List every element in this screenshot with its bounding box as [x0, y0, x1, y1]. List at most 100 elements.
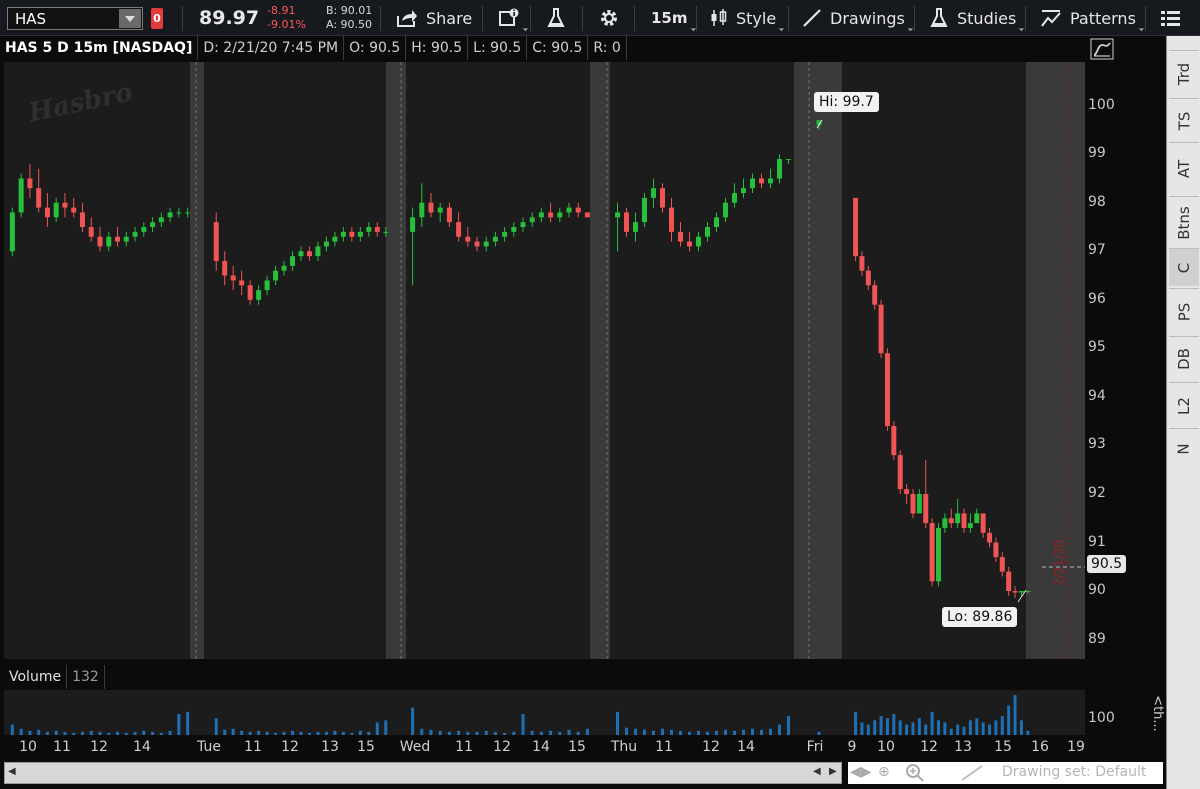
candle	[741, 178, 746, 198]
volume-bar	[787, 716, 790, 735]
price-axis-tick: 99	[1088, 145, 1106, 162]
settings-button[interactable]	[598, 4, 620, 32]
drawings-button[interactable]: Drawings	[802, 4, 914, 32]
collapse-handle[interactable]: <th...	[1143, 690, 1165, 738]
dropdown-caret	[519, 22, 529, 32]
scroll-left-arrow-icon[interactable]: ◀	[813, 766, 821, 777]
toolbar-divider	[1025, 6, 1026, 31]
candle	[987, 527, 993, 548]
time-axis[interactable]: 10 11 12 14 Tue 11 12 13 15 Wed 11 12 14 15 Thu 11 12 14 F…	[4, 736, 1085, 760]
price-axis-tick: 100	[1088, 96, 1115, 113]
flask-button[interactable]	[546, 4, 566, 32]
candle	[502, 227, 508, 242]
volume-bar	[214, 718, 218, 735]
candle	[660, 183, 665, 213]
toolbar: HAS 0 89.97 -8.91 -9.01% B: 90.01 A: 90.…	[0, 0, 1200, 36]
side-tab-at[interactable]: AT	[1169, 142, 1199, 194]
price-chart-canvas[interactable]	[4, 62, 1085, 659]
chevron-down-icon[interactable]	[119, 9, 141, 28]
scroll-right-arrow-icon[interactable]: ▶	[829, 766, 837, 777]
candle	[967, 513, 973, 533]
price-chart[interactable]: Hasbro Hi: 99.7 Lo: 89.86	[4, 62, 1085, 659]
volume-bar	[760, 729, 763, 735]
scroll-left-arrow-icon[interactable]: ◀	[8, 766, 16, 777]
volume-bar	[274, 732, 278, 735]
candle	[865, 265, 871, 291]
draw-line-icon[interactable]	[960, 764, 984, 782]
studies-button[interactable]: Studies	[929, 4, 1025, 32]
side-tab-n[interactable]: N	[1169, 428, 1199, 468]
candle	[106, 231, 112, 252]
volume-bar	[924, 724, 928, 735]
volume-chart[interactable]	[4, 690, 1085, 735]
chart-settings-icon[interactable]	[1090, 38, 1114, 60]
side-tab-l2[interactable]: L2	[1169, 382, 1199, 428]
price-axis-tick: 91	[1088, 533, 1106, 550]
volume-bar	[769, 728, 772, 735]
volume-bar	[63, 731, 67, 735]
net-change: -8.91	[267, 4, 296, 17]
chart-scrollbar[interactable]: ◀ ◀ ▶	[4, 762, 842, 784]
bar-open: O: 90.5	[344, 36, 407, 60]
volume-bar	[943, 722, 947, 735]
candle	[53, 197, 59, 223]
time-axis-tick: 10	[19, 739, 37, 755]
zoom-icon[interactable]	[904, 763, 926, 783]
candle	[942, 513, 948, 533]
candle	[366, 222, 372, 237]
price-axis-tick: 98	[1088, 193, 1106, 210]
time-axis-tick: 19	[1067, 739, 1085, 755]
candle	[273, 265, 279, 286]
candle	[916, 489, 922, 514]
time-axis-tick: Fri	[806, 739, 824, 755]
volume-bar	[98, 731, 102, 735]
candle	[1006, 566, 1012, 596]
share-button[interactable]: Share	[396, 4, 472, 32]
volume-bar	[956, 724, 960, 735]
bar-range: R: 0	[588, 36, 627, 60]
candle	[428, 193, 434, 218]
chart-title[interactable]: HAS 5 D 15m [NASDAQ]	[0, 36, 199, 60]
side-tab-ps[interactable]: PS	[1169, 288, 1199, 334]
volume-value: 132	[67, 665, 105, 689]
alert-flag-icon[interactable]: 0	[151, 8, 163, 29]
candle	[141, 222, 147, 237]
candle	[891, 421, 897, 460]
volume-bar	[892, 714, 896, 735]
candle	[247, 280, 253, 305]
patterns-button[interactable]: Patterns	[1040, 4, 1145, 32]
dropdown-caret	[904, 22, 914, 32]
candle	[18, 173, 24, 218]
side-tab-ts[interactable]: TS	[1169, 98, 1199, 142]
timeframe-button[interactable]: 15m	[651, 4, 696, 32]
side-tab-trd[interactable]: Trd	[1169, 50, 1199, 96]
volume-bar	[715, 730, 718, 735]
candle	[678, 222, 683, 247]
price-axis[interactable]: 89 90 91 92 93 94 95 96 97 98 99 100 90.5	[1085, 62, 1165, 659]
side-tab-btns[interactable]: Btns	[1169, 196, 1199, 248]
volume-bar	[643, 729, 646, 735]
toolbar-divider	[914, 6, 915, 31]
side-tab-c[interactable]: C	[1169, 248, 1199, 286]
volume-bar	[981, 722, 985, 735]
volume-axis-tick: 100	[1088, 710, 1115, 726]
time-axis-tick: 12	[493, 739, 511, 755]
patterns-label: Patterns	[1070, 8, 1136, 28]
drawing-set-label[interactable]: Drawing set: Default	[1002, 764, 1146, 780]
expand-horizontal-icon[interactable]: ◀▶	[850, 764, 872, 780]
candle	[884, 348, 890, 431]
candle	[910, 489, 916, 519]
chart-info-icon	[499, 8, 519, 26]
volume-bar	[549, 730, 553, 735]
volume-title[interactable]: Volume	[4, 665, 68, 689]
volume-bar	[530, 730, 534, 735]
symbol-selector[interactable]: HAS	[7, 7, 143, 30]
volume-bar	[994, 720, 998, 735]
volume-bar	[45, 731, 49, 735]
side-tab-db[interactable]: DB	[1169, 336, 1199, 380]
layout-button[interactable]	[1160, 4, 1182, 32]
crosshair-icon[interactable]: ⊕	[878, 764, 890, 780]
candle	[340, 227, 346, 242]
style-button[interactable]: Style	[710, 4, 785, 32]
chart-info-button[interactable]	[498, 4, 529, 32]
